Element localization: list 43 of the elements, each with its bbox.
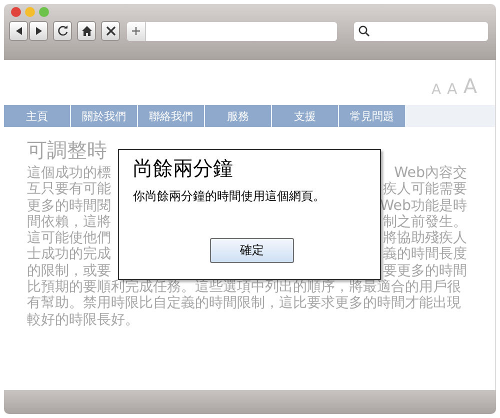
paragraph-text: 互只要有可能 — [27, 181, 111, 198]
back-icon — [14, 26, 24, 36]
ok-button[interactable]: 確定 — [210, 238, 294, 263]
paragraph-text: 的限制，或要 — [27, 262, 111, 280]
paragraph-text: 將協助殘疾人 — [383, 230, 467, 246]
page-heading: 可調整時 — [27, 137, 108, 164]
paragraph-text: 義的時間長度 — [383, 246, 467, 263]
paragraph-text: 比預期的要順利完成任務。這些選項中列出的順序，將最適合的用戶很 — [27, 279, 461, 296]
nav-tab[interactable]: 主頁 — [4, 105, 71, 127]
nav-tab[interactable]: 關於我們 — [71, 105, 138, 127]
paragraph-text: 有幫助。禁用時限比自定義的時間限制，這比要求更多的時間才能出現 — [27, 295, 461, 312]
forward-icon — [34, 26, 44, 36]
dialog-message: 你尚餘兩分鐘的時間使用這個網頁。 — [133, 188, 326, 205]
close-icon — [104, 25, 116, 37]
reload-icon — [56, 25, 68, 37]
add-tab-icon[interactable] — [127, 22, 146, 40]
nav-tab[interactable]: 聯絡我們 — [138, 105, 205, 127]
dialog-title: 尚餘兩分鐘 — [133, 155, 234, 182]
zoom-window-dot[interactable] — [39, 7, 49, 17]
search-field[interactable] — [354, 22, 488, 40]
home-icon — [80, 25, 92, 37]
nav-tab[interactable]: 服務 — [205, 105, 272, 127]
stop-button[interactable] — [101, 21, 120, 41]
paragraph-text: 制之前發生。 — [383, 214, 467, 230]
search-icon — [358, 25, 370, 37]
paragraph-text: 間依賴，這將 — [27, 214, 111, 230]
home-button[interactable] — [77, 21, 96, 41]
paragraph-text: 這可能使他們 — [27, 230, 111, 246]
paragraph-text: Web內容交 — [394, 165, 467, 182]
address-field[interactable] — [127, 22, 337, 40]
paragraph-text: 要更多的時間 — [383, 262, 467, 279]
minimize-window-dot[interactable] — [25, 7, 35, 17]
paragraph-text: 這個成功的標 — [27, 165, 111, 182]
nav-tab[interactable]: 常見問題 — [339, 105, 406, 127]
paragraph-text: 較好的時限長好。 — [27, 312, 139, 328]
paragraph-text: 疾人可能需要 — [383, 181, 467, 198]
nav-tab[interactable]: 支援 — [272, 105, 339, 127]
forward-button[interactable] — [29, 21, 48, 41]
reload-button[interactable] — [53, 21, 72, 41]
back-button[interactable] — [9, 21, 28, 41]
paragraph-text: 士成功的完成 — [27, 246, 111, 263]
close-window-dot[interactable] — [11, 7, 21, 17]
paragraph-text: 更多的時間閱 — [27, 198, 111, 214]
